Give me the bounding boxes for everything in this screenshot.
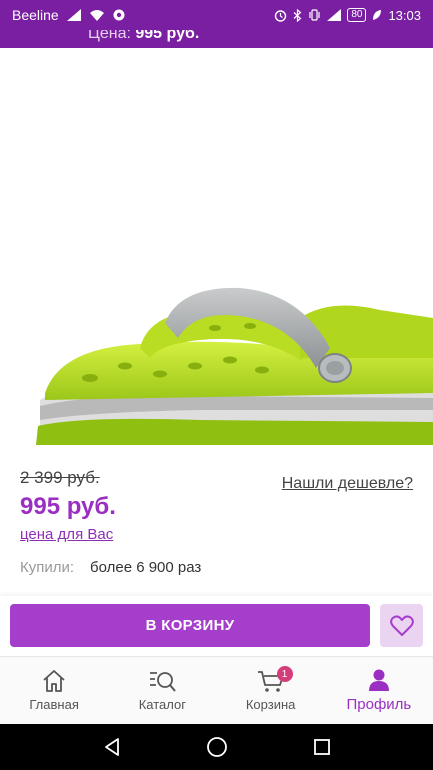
cart-count-badge: 1: [276, 666, 293, 682]
system-navigation-bar: [0, 724, 433, 770]
clock: 13:03: [388, 7, 421, 23]
current-price: 995 руб.: [20, 493, 116, 520]
nav-catalog[interactable]: Каталог: [108, 657, 216, 724]
old-price: 2 399 руб.: [20, 468, 100, 487]
sticky-price-header: Цена: 995 руб.: [0, 30, 433, 48]
bought-count: более 6 900 раз: [90, 559, 202, 576]
signal-icon: [66, 9, 81, 21]
add-to-cart-button[interactable]: В КОРЗИНУ: [10, 604, 370, 647]
wifi-icon: [89, 10, 104, 21]
leaf-icon: [373, 10, 382, 20]
status-bar: Beeline 80 13:03: [0, 0, 433, 30]
back-icon[interactable]: [102, 737, 122, 757]
profile-icon: [368, 669, 389, 691]
nav-home[interactable]: Главная: [0, 657, 108, 724]
header-price-value: 995 руб.: [135, 30, 200, 42]
favorite-button[interactable]: [380, 604, 423, 647]
alarm-icon: [275, 9, 287, 22]
nav-catalog-label: Каталог: [138, 697, 186, 712]
header-price-label: Цена:: [88, 30, 131, 42]
carrier-name: Beeline: [12, 7, 59, 23]
bottom-navigation: Главная Каталог 1 Корзина Профиль: [0, 656, 433, 724]
home-circle-icon[interactable]: [206, 736, 228, 758]
product-image: [36, 287, 433, 445]
chrome-icon: [113, 9, 125, 21]
product-image-gallery[interactable]: [0, 48, 433, 445]
home-icon: [43, 670, 65, 692]
battery-indicator: 80: [347, 8, 367, 22]
signal-strength-icon: [327, 9, 342, 21]
heart-icon: [389, 614, 414, 636]
nav-profile-label: Профиль: [346, 696, 412, 713]
vibrate-icon: [309, 9, 320, 21]
header-price: Цена: 995 руб.: [88, 30, 199, 43]
purchase-action-bar: В КОРЗИНУ: [0, 596, 433, 654]
bought-label: Купили:: [20, 559, 75, 576]
bluetooth-icon: [293, 8, 302, 22]
nav-profile[interactable]: Профиль: [325, 657, 433, 724]
catalog-search-icon: [150, 672, 177, 692]
nav-cart[interactable]: 1 Корзина: [217, 657, 325, 724]
found-cheaper-link[interactable]: Нашли дешевле?: [282, 475, 413, 493]
nav-cart-label: Корзина: [245, 697, 296, 712]
nav-home-label: Главная: [29, 697, 79, 712]
personal-price-link[interactable]: цена для Вас: [20, 526, 113, 543]
recents-icon[interactable]: [313, 738, 331, 756]
